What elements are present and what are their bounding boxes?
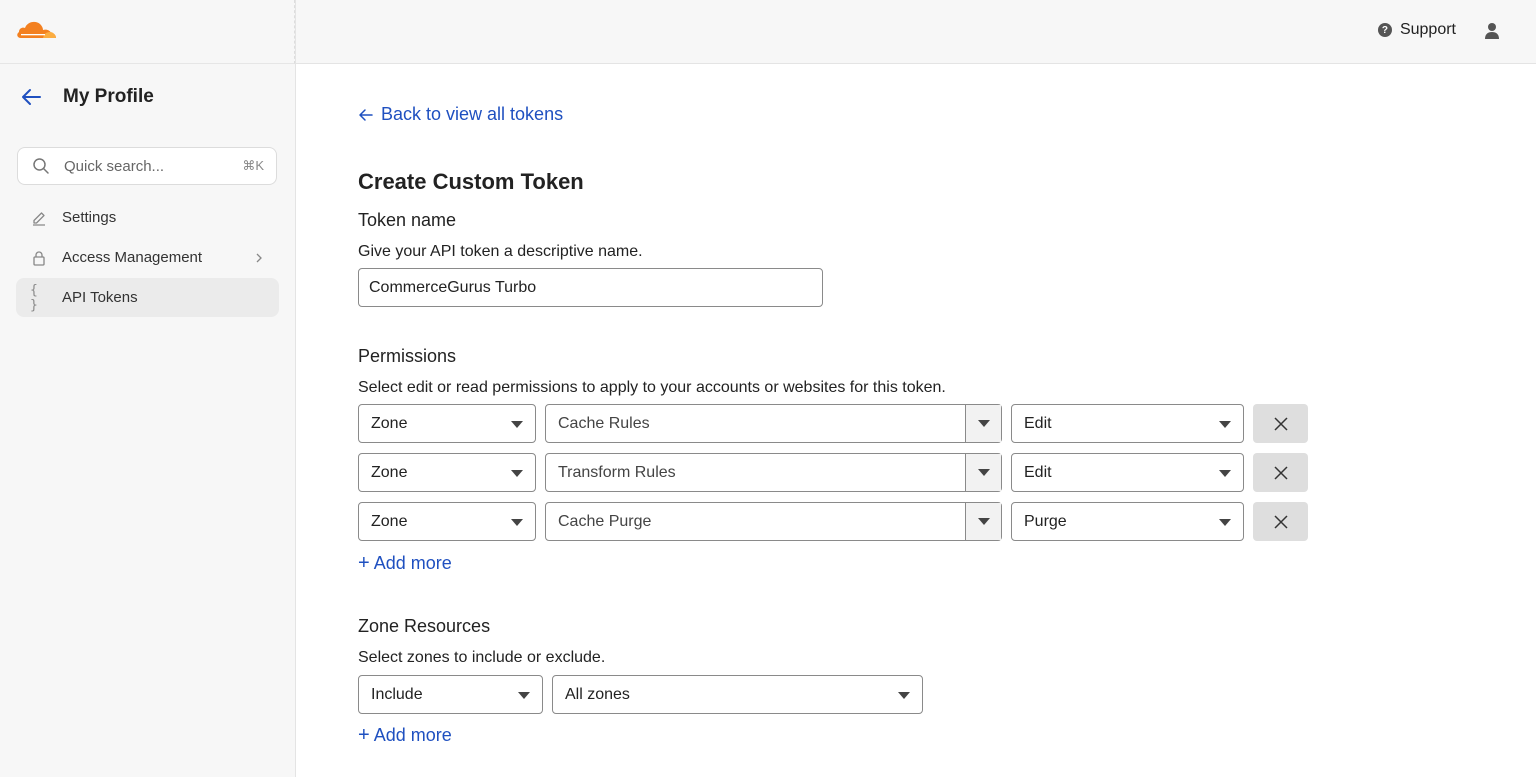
zone-target-value: All zones (565, 685, 630, 703)
close-icon (1273, 514, 1288, 529)
caret-down-icon[interactable] (965, 454, 1001, 491)
sidebar-title: My Profile (63, 86, 154, 107)
top-bar: ? Support (296, 0, 1536, 64)
token-name-description: Give your API token a descriptive name. (358, 243, 643, 260)
cloudflare-logo[interactable] (15, 19, 57, 39)
zone-include-select[interactable]: Include (358, 675, 543, 714)
permission-access-value: Edit (1024, 463, 1052, 481)
sidebar-item-settings[interactable]: Settings (16, 198, 279, 237)
caret-down-icon[interactable] (965, 405, 1001, 442)
permissions-description: Select edit or read permissions to apply… (358, 379, 946, 396)
permission-access-select[interactable]: Edit (1011, 404, 1244, 443)
profile-header: My Profile (20, 86, 154, 108)
braces-icon: { } (30, 282, 38, 313)
permission-access-select[interactable]: Edit (1011, 453, 1244, 492)
token-name-input[interactable]: CommerceGurus Turbo (358, 268, 823, 307)
zone-include-value: Include (371, 685, 423, 703)
search-shortcut: ⌘K (242, 158, 264, 173)
caret-down-icon (1219, 519, 1231, 526)
caret-down-icon (1219, 421, 1231, 428)
permission-access-value: Purge (1024, 512, 1067, 530)
back-arrow-icon[interactable] (20, 86, 42, 108)
remove-permission-button[interactable] (1253, 404, 1308, 443)
search-icon (33, 158, 49, 174)
sidebar-item-label: API Tokens (62, 289, 138, 306)
permission-scope-select[interactable]: Zone (358, 404, 536, 443)
permission-scope-value: Zone (371, 414, 408, 432)
close-icon (1273, 465, 1288, 480)
search-placeholder: Quick search... (64, 157, 165, 175)
back-to-tokens-link[interactable]: Back to view all tokens (358, 104, 563, 125)
remove-permission-button[interactable] (1253, 502, 1308, 541)
plus-icon: + (358, 724, 370, 746)
caret-down-icon (898, 692, 910, 699)
caret-down-icon (511, 470, 523, 477)
lock-icon (30, 249, 48, 267)
permission-access-select[interactable]: Purge (1011, 502, 1244, 541)
permission-resource-combobox[interactable]: Cache Rules (545, 404, 1002, 443)
support-label: Support (1399, 21, 1456, 38)
close-icon (1273, 416, 1288, 431)
zone-target-select[interactable]: All zones (552, 675, 923, 714)
caret-down-icon (1219, 470, 1231, 477)
sidebar-item-access-management[interactable]: Access Management (16, 238, 279, 277)
permission-resource-value: Cache Purge (558, 512, 652, 530)
permission-scope-value: Zone (371, 463, 408, 481)
permissions-title: Permissions (358, 346, 457, 366)
permission-scope-value: Zone (371, 512, 408, 530)
remove-permission-button[interactable] (1253, 453, 1308, 492)
caret-down-icon[interactable] (965, 503, 1001, 540)
sidebar-nav: Settings Access Management { } API Token… (16, 198, 279, 318)
token-name-value: CommerceGurus Turbo (369, 278, 537, 296)
zone-resources-description: Select zones to include or exclude. (358, 649, 606, 666)
permission-resource-value: Cache Rules (558, 414, 650, 432)
page-title: Create Custom Token (358, 169, 584, 194)
sidebar: My Profile Quick search... ⌘K Settings A… (0, 0, 296, 777)
permission-scope-select[interactable]: Zone (358, 453, 536, 492)
add-more-label: Add more (373, 553, 452, 573)
token-name-title: Token name (358, 210, 457, 230)
sidebar-item-label: Access Management (62, 249, 203, 266)
user-icon[interactable] (1484, 22, 1500, 40)
arrow-left-icon (359, 108, 373, 121)
permission-resource-combobox[interactable]: Transform Rules (545, 453, 1002, 492)
permission-access-value: Edit (1024, 414, 1052, 432)
caret-down-icon (511, 421, 523, 428)
caret-down-icon (511, 519, 523, 526)
permission-resource-value: Transform Rules (558, 463, 676, 481)
sidebar-item-label: Settings (62, 209, 117, 226)
caret-down-icon (518, 692, 530, 699)
add-more-permissions-link[interactable]: + Add more (358, 552, 452, 575)
back-link-label: Back to view all tokens (381, 104, 564, 124)
add-more-label: Add more (373, 725, 452, 745)
chevron-right-icon (256, 253, 262, 262)
add-more-zones-link[interactable]: + Add more (358, 724, 452, 747)
permission-scope-select[interactable]: Zone (358, 502, 536, 541)
logo-area (0, 0, 295, 64)
sidebar-item-api-tokens[interactable]: { } API Tokens (16, 278, 279, 317)
quick-search-input[interactable]: Quick search... ⌘K (17, 147, 277, 185)
pencil-icon (30, 209, 48, 227)
permission-resource-combobox[interactable]: Cache Purge (545, 502, 1002, 541)
help-icon: ? (1377, 23, 1392, 37)
zone-resources-title: Zone Resources (358, 616, 491, 636)
plus-icon: + (358, 552, 370, 574)
support-button[interactable]: ? Support (1377, 21, 1456, 39)
